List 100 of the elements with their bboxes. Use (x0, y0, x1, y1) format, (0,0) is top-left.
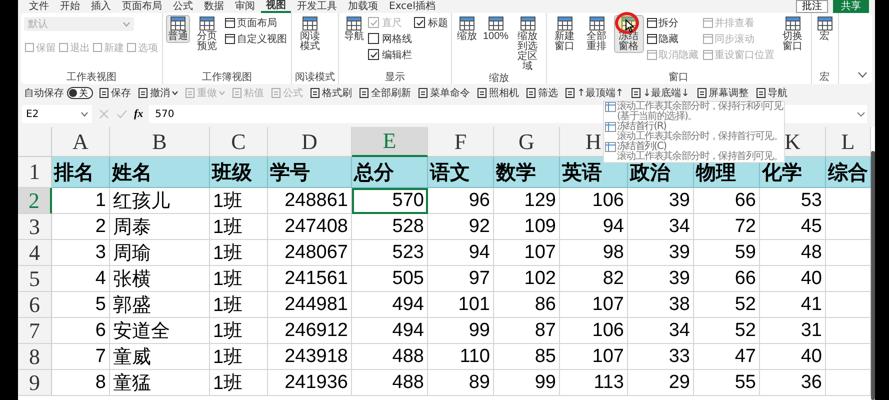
toolbar-button[interactable]: 筛选 (525, 86, 559, 100)
toolbar-button[interactable]: 撤消 (137, 86, 179, 100)
toolbar-button[interactable]: 导航 (754, 86, 789, 100)
ribbon-button[interactable]: 分页预览 (192, 15, 222, 53)
table-cell: 246912 (268, 318, 352, 344)
group-label: 宏 (818, 72, 831, 84)
grid-icon (488, 16, 504, 31)
vertical-scrollbar[interactable] (871, 151, 875, 400)
menu-tab[interactable]: 审阅 (230, 0, 260, 13)
comment-button[interactable]: 批注 (796, 0, 828, 13)
collapse-icon[interactable] (858, 72, 867, 78)
column-header[interactable]: B (110, 127, 210, 157)
menu-item[interactable]: 滚动工作表其余部分时，保持行和列可见(基于当前的选择)。 (605, 102, 783, 122)
table-cell: 1 (52, 188, 110, 214)
table-cell: 94 (560, 214, 628, 240)
page-icon (696, 88, 707, 98)
ribbon-button[interactable]: 100% (481, 15, 511, 43)
ribbon-button[interactable]: 新建窗口 (550, 15, 580, 53)
row-header[interactable]: 2 (18, 188, 52, 214)
menu-tab[interactable]: 开始 (55, 0, 85, 13)
ribbon-button[interactable]: 页面布局 (224, 15, 288, 30)
share-button[interactable]: 共享 (833, 0, 869, 13)
menu-tab[interactable]: 加载项 (343, 0, 383, 13)
select-all-corner[interactable] (18, 127, 52, 157)
window-icon (702, 34, 713, 44)
toolbar-button[interactable]: ↓最底端↓ (630, 86, 691, 100)
table-cell: 59 (694, 240, 760, 266)
page-icon (756, 88, 766, 98)
toolbar-button[interactable]: 照相机 (476, 86, 520, 100)
formula-input[interactable]: 570 (149, 105, 450, 123)
ribbon-button[interactable]: 导航 (342, 15, 366, 43)
grid-icon (588, 16, 605, 31)
column-header[interactable]: F (428, 127, 494, 157)
ribbon-button[interactable]: 普通 (166, 15, 190, 43)
check-icon[interactable] (116, 108, 128, 120)
cancel-icon[interactable] (98, 108, 110, 120)
menu-tab[interactable]: Excel插档 (384, 0, 440, 13)
ribbon-button[interactable]: 阅读模式 (295, 15, 325, 53)
row-header[interactable]: 7 (18, 318, 52, 344)
toolbar-button[interactable]: ↑最顶端↑ (564, 86, 625, 100)
toolbar-button[interactable]: 屏幕调整 (696, 86, 750, 100)
table-cell: 36 (760, 370, 826, 396)
ribbon-button[interactable]: 缩放 (455, 15, 479, 43)
menu-tab[interactable]: 数据 (199, 0, 229, 13)
window-icon (646, 50, 657, 60)
ribbon-button[interactable]: 拆分 (646, 15, 700, 30)
table-cell: 248861 (268, 188, 352, 214)
toolbar-button[interactable]: 全部刷新 (358, 86, 412, 100)
ribbon-button[interactable]: 全部重排 (582, 15, 612, 53)
row-header[interactable]: 1 (18, 157, 52, 188)
row-header[interactable]: 9 (18, 370, 52, 396)
row-header[interactable]: 4 (18, 240, 52, 266)
ribbon-button[interactable]: 宏 (814, 15, 835, 43)
menu-tab[interactable]: 插入 (86, 0, 116, 13)
table-cell: 87 (494, 318, 560, 344)
row-header[interactable]: 5 (18, 266, 52, 292)
column-header[interactable]: C (210, 127, 268, 157)
table-cell: 语文 (428, 157, 494, 188)
expand-icon[interactable] (857, 112, 865, 116)
column-header[interactable]: E (352, 127, 428, 157)
table-cell: 姓名 (110, 157, 210, 188)
row-header[interactable]: 8 (18, 344, 52, 370)
window-icon (225, 18, 235, 28)
row-header[interactable]: 3 (18, 214, 52, 240)
toolbar-button[interactable]: 菜单命令 (417, 86, 471, 100)
table-cell: 570 (352, 188, 428, 214)
toolbar-button[interactable]: 格式刷 (309, 86, 353, 100)
name-box[interactable]: E2 (22, 105, 92, 123)
menu-tab[interactable]: 公式 (168, 0, 198, 13)
column-header[interactable]: G (494, 127, 560, 157)
page-icon (418, 88, 428, 98)
checkbox-option[interactable]: 网格线 (368, 31, 412, 46)
table-cell: 2 (52, 214, 110, 240)
menu-tab[interactable]: 文件 (24, 0, 54, 13)
menu-tab[interactable]: 页面布局 (117, 0, 167, 13)
ribbon-button[interactable]: 隐藏 (646, 31, 700, 46)
checkbox-option[interactable]: 标题 (414, 15, 448, 30)
column-header[interactable]: D (268, 127, 352, 157)
ribbon-button[interactable]: 自定义视图 (224, 31, 288, 46)
table-cell: 1班 (210, 214, 268, 240)
checkbox-option[interactable]: 编辑栏 (368, 47, 412, 62)
caret-icon (81, 112, 88, 116)
table-cell: 102 (494, 266, 560, 292)
grid-icon (199, 16, 215, 31)
toolbar-button[interactable]: 保存 (98, 86, 132, 100)
menu-tab[interactable]: 开发工具 (292, 0, 342, 13)
function-label[interactable]: fx (134, 108, 144, 120)
table-cell: 248067 (268, 240, 352, 266)
autosave-toggle[interactable]: 关 (67, 87, 93, 99)
table-cell: 89 (428, 370, 494, 396)
ribbon-button[interactable]: 缩放到选定区域 (512, 15, 543, 73)
column-header[interactable]: A (52, 127, 110, 157)
window-icon (646, 18, 657, 28)
table-cell: 244981 (268, 292, 352, 318)
column-header[interactable]: L (826, 127, 871, 157)
ribbon-button[interactable]: 切换窗口 (778, 15, 808, 53)
check-icon (370, 18, 378, 26)
table-cell: 6 (52, 318, 110, 344)
page-icon (565, 88, 575, 98)
row-header[interactable]: 6 (18, 292, 52, 318)
